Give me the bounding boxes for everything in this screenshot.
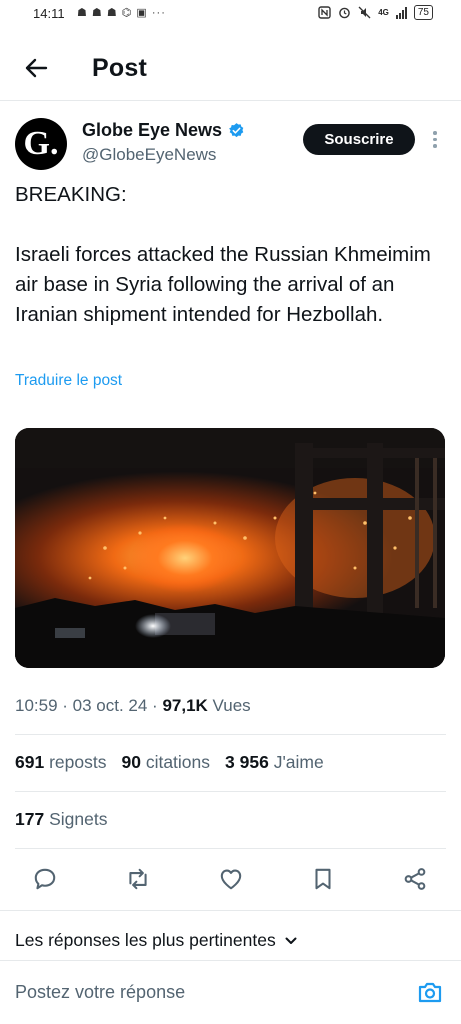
bookmarks-stat[interactable]: 177 Signets [15, 809, 107, 830]
reposts-stat[interactable]: 691 reposts [15, 752, 106, 773]
engagement-stats: 691 reposts 90 citations 3 956 J'aime [15, 752, 324, 773]
like-icon[interactable] [218, 866, 244, 892]
tweet-meta: 10:59 · 03 oct. 24 · 97,1K Vues [15, 696, 251, 715]
tweet-headline: BREAKING: [15, 183, 127, 206]
views-count: 97,1K [162, 696, 208, 715]
likes-label: J'aime [273, 752, 324, 772]
status-time: 14:11 [33, 6, 65, 21]
verified-badge-icon [229, 123, 244, 138]
share-icon[interactable] [402, 866, 428, 892]
views-label: Vues [212, 696, 251, 715]
reposts-count: 691 [15, 752, 45, 772]
author-name[interactable]: Globe Eye News [82, 120, 222, 141]
divider [15, 734, 446, 735]
likes-stat[interactable]: 3 956 J'aime [225, 752, 324, 773]
author-handle[interactable]: @GlobeEyeNews [82, 145, 216, 165]
tweet-text: BREAKING: Israeli forces attacked the Ru… [15, 180, 445, 330]
divider [15, 848, 446, 849]
more-options-icon[interactable] [428, 128, 442, 152]
arrow-left-icon[interactable] [22, 54, 50, 82]
subscribe-button[interactable]: Souscrire [303, 124, 415, 155]
quotes-count: 90 [121, 752, 141, 772]
signal-icon [395, 6, 407, 19]
replies-sort-label: Les réponses les plus pertinentes [15, 930, 276, 950]
tweet-date: 03 oct. 24 [72, 696, 148, 715]
likes-count: 3 956 [225, 752, 269, 772]
bookmark-icon[interactable] [310, 866, 336, 892]
divider [0, 960, 461, 961]
status-right: 4G 75 [318, 5, 433, 20]
quotes-stat[interactable]: 90 citations [121, 752, 210, 773]
camera-icon[interactable] [416, 978, 444, 1006]
divider [15, 791, 446, 792]
bookmarks-count: 177 [15, 809, 45, 829]
avatar[interactable]: G. [15, 118, 67, 170]
quotes-label: citations [145, 752, 211, 772]
network-type: 4G [378, 8, 389, 17]
reply-input[interactable]: Postez votre réponse [15, 982, 185, 1003]
action-bar [0, 860, 461, 900]
chevron-down-icon [285, 937, 297, 944]
divider [0, 910, 461, 911]
top-bar: Post [0, 40, 461, 101]
tweet-time: 10:59 [15, 696, 58, 715]
alarm-icon [339, 7, 351, 19]
replies-sort-dropdown[interactable]: Les réponses les plus pertinentes [15, 930, 298, 951]
notification-icons: ☗ ☗ ☗ ⌬ ▣ ··· [77, 7, 166, 19]
mute-icon [358, 6, 371, 19]
reply-icon[interactable] [32, 866, 58, 892]
battery-icon: 75 [413, 5, 433, 20]
author-name-row[interactable]: Globe Eye News [82, 120, 245, 141]
tweet-body: Israeli forces attacked the Russian Khme… [15, 243, 431, 326]
tweet-image[interactable] [15, 428, 445, 668]
reposts-label: reposts [49, 752, 107, 772]
status-bar: 14:11 ☗ ☗ ☗ ⌬ ▣ ··· 4G 75 [0, 0, 461, 28]
repost-icon[interactable] [125, 866, 151, 892]
bookmarks-label: Signets [49, 809, 108, 829]
nfc-icon [318, 6, 331, 19]
translate-link[interactable]: Traduire le post [15, 372, 122, 390]
page-title: Post [92, 54, 147, 82]
explosion-photo [15, 428, 445, 668]
